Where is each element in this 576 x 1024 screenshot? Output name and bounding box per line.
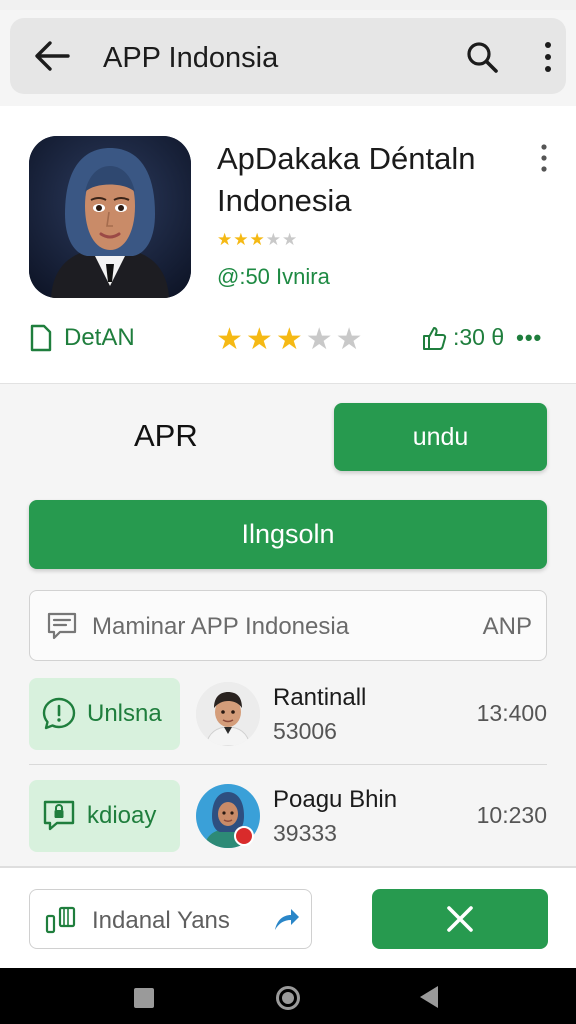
likes-counter[interactable]: :30 θ •••	[421, 324, 542, 351]
star-icon: ★	[233, 230, 250, 249]
thumbs-up-icon	[423, 326, 447, 350]
timestamp: 13:400	[476, 700, 547, 726]
review-placeholder: Maminar APP Indonesia	[92, 613, 350, 640]
share-field[interactable]: Indanal Yans	[29, 889, 312, 949]
undu-button[interactable]: undu	[334, 403, 547, 471]
review-trailing: ANP	[482, 613, 532, 640]
star-icon: ★	[275, 323, 306, 356]
star-icon: ★	[249, 230, 266, 249]
close-icon	[447, 906, 473, 932]
chip-label: kdioay	[87, 802, 157, 829]
alert-chat-icon	[42, 697, 76, 730]
app-bar-title: APP Indonsia	[103, 42, 279, 74]
contact-number: 53006	[273, 718, 337, 744]
detail-link[interactable]: DetAN	[30, 324, 135, 352]
search-icon[interactable]	[462, 38, 504, 76]
app-meta: @:50 Ivnira	[217, 264, 330, 289]
rating-stars: ★★★★★	[216, 322, 366, 357]
review-input[interactable]: Maminar APP Indonesia ANP	[29, 590, 547, 661]
list-item[interactable]: Unlsna Rantinall 53006 13:400	[0, 674, 576, 768]
recents-icon[interactable]	[134, 988, 154, 1008]
apr-label: APR	[134, 418, 198, 453]
chip-label: Unlsna	[87, 700, 162, 727]
app-header-card: ApDakaka Déntaln Indonesia ★★★★★ @:50 Iv…	[0, 106, 576, 384]
detail-label: DetAN	[64, 324, 135, 351]
status-badge	[234, 826, 254, 846]
timestamp: 10:230	[476, 802, 547, 828]
chat-lines-icon	[47, 612, 77, 640]
app-icon-avatar	[29, 136, 191, 298]
star-icon: ★	[282, 230, 299, 249]
share-arrow-icon[interactable]	[271, 904, 301, 934]
lock-chat-icon	[43, 800, 75, 831]
home-icon[interactable]	[276, 986, 300, 1010]
avatar	[196, 682, 260, 746]
star-icon: ★	[335, 323, 366, 356]
small-rating-stars: ★★★★★	[217, 230, 298, 250]
list-item[interactable]: kdioay Poagu Bhin 39333 10:230	[0, 776, 576, 870]
star-icon: ★	[305, 323, 336, 356]
nav-back-icon[interactable]	[420, 986, 438, 1008]
share-text: Indanal Yans	[92, 907, 230, 934]
top-app-bar: APP Indonsia	[10, 18, 566, 94]
document-icon	[30, 324, 52, 352]
star-icon: ★	[217, 230, 234, 249]
close-button[interactable]	[372, 889, 548, 949]
likes-count: :30 θ	[453, 324, 505, 350]
likes-more[interactable]: •••	[516, 325, 542, 351]
contact-name: Rantinall	[273, 684, 367, 711]
back-arrow-icon[interactable]	[32, 38, 72, 74]
star-icon: ★	[265, 230, 282, 249]
card-more-icon[interactable]	[534, 142, 554, 174]
install-button[interactable]: Ilngsoln	[29, 500, 547, 569]
star-icon: ★	[245, 323, 276, 356]
divider	[29, 764, 547, 765]
chip-button[interactable]: Unlsna	[29, 678, 180, 750]
contact-number: 39333	[273, 820, 337, 846]
more-vert-icon[interactable]	[536, 38, 560, 76]
app-name: ApDakaka Déntaln Indonesia	[217, 141, 476, 218]
contact-name: Poagu Bhin	[273, 786, 398, 813]
chip-button[interactable]: kdioay	[29, 780, 180, 852]
status-bar	[0, 0, 576, 10]
star-icon: ★	[216, 323, 246, 356]
bookmark-icon	[45, 906, 76, 934]
system-nav-bar	[0, 968, 576, 1024]
